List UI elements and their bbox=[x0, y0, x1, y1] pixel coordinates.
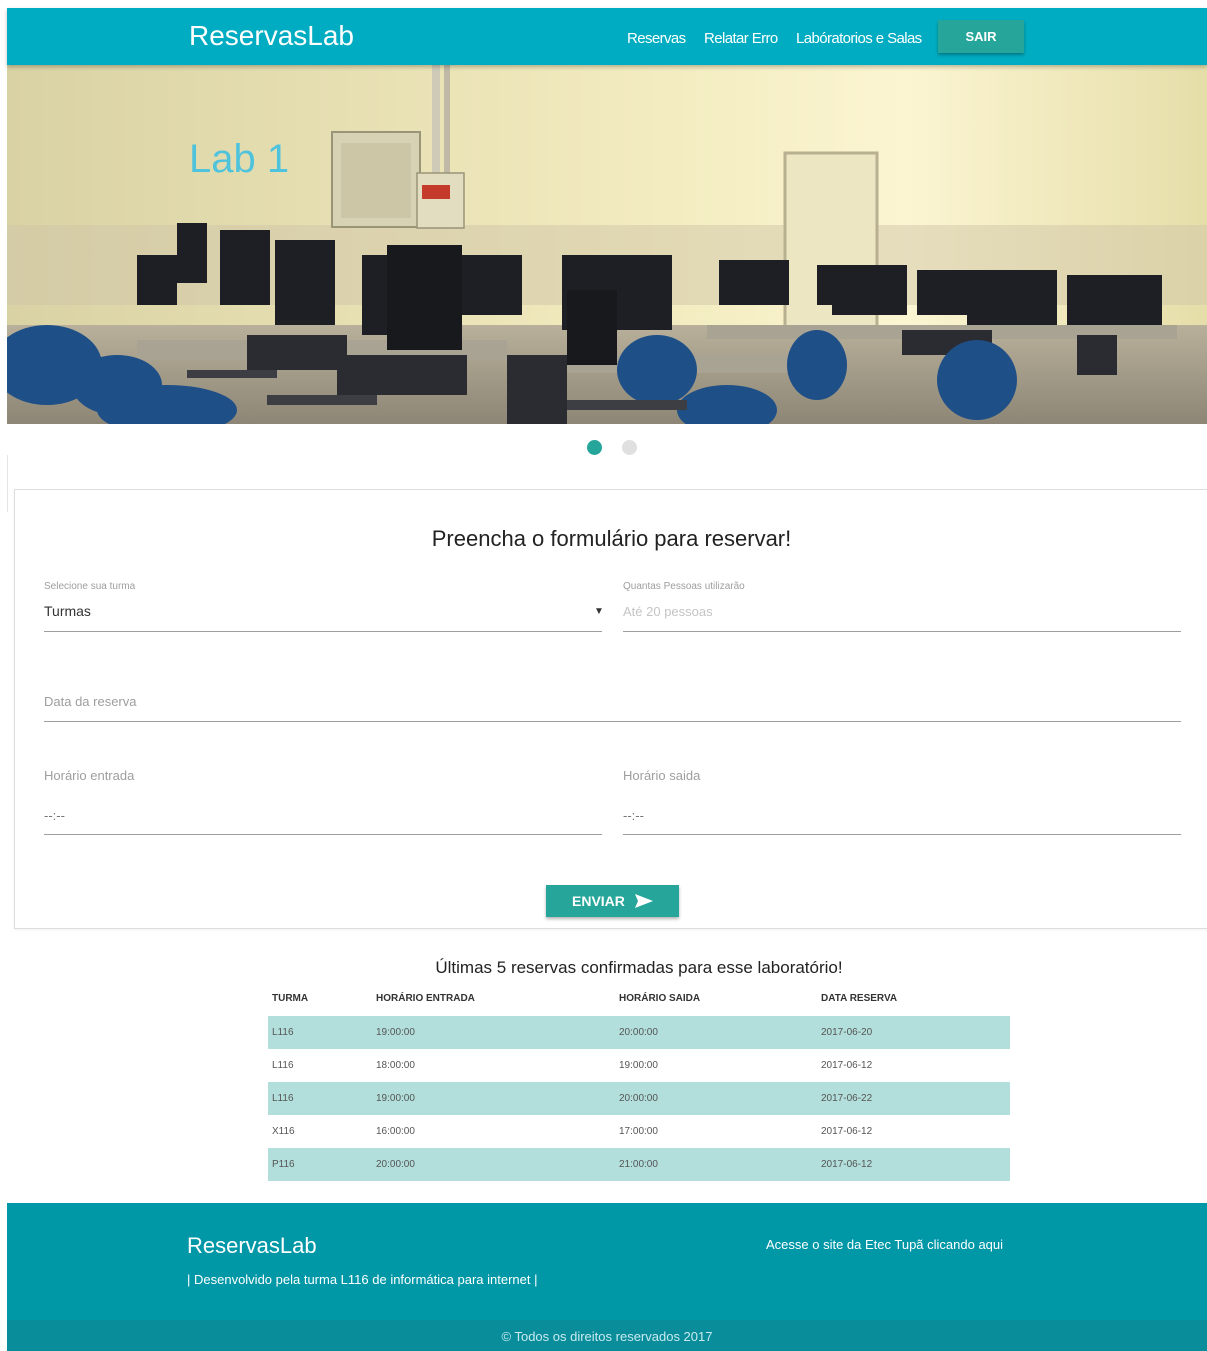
etec-site-link[interactable]: Acesse o site da Etec Tupã clicando aqui bbox=[766, 1237, 1003, 1252]
cell-data: 2017-06-12 bbox=[821, 1060, 873, 1071]
send-icon bbox=[635, 894, 653, 908]
cell-turma: P116 bbox=[272, 1159, 295, 1170]
submit-button[interactable]: ENVIAR bbox=[546, 885, 679, 917]
cell-data: 2017-06-12 bbox=[821, 1159, 873, 1170]
brand-logo[interactable]: ReservasLab bbox=[189, 20, 354, 52]
divider bbox=[7, 455, 8, 512]
data-reserva-underline bbox=[44, 721, 1181, 722]
nav-link-reservas[interactable]: Reservas bbox=[627, 30, 686, 47]
cell-saida: 17:00:00 bbox=[619, 1126, 658, 1137]
cell-saida: 21:00:00 bbox=[619, 1159, 658, 1170]
cell-entrada: 19:00:00 bbox=[376, 1093, 415, 1104]
lab-photo-slide: Lab 1 bbox=[7, 65, 1207, 424]
footer-brand: ReservasLab bbox=[187, 1233, 317, 1258]
slider-indicators bbox=[0, 440, 1207, 456]
footer: ReservasLab | Desenvolvido pela turma L1… bbox=[7, 1203, 1207, 1351]
table-title: Últimas 5 reservas confirmadas para esse… bbox=[435, 958, 843, 977]
cell-turma: L116 bbox=[272, 1093, 294, 1104]
copyright-text: © Todos os direitos reservados 2017 bbox=[501, 1329, 713, 1344]
pessoas-input[interactable]: Até 20 pessoas bbox=[623, 604, 713, 619]
table-row: X116 16:00:00 17:00:00 2017-06-12 bbox=[268, 1115, 1010, 1148]
turma-select-underline bbox=[44, 631, 602, 632]
logout-button[interactable]: SAIR bbox=[938, 20, 1024, 53]
turma-label: Selecione sua turma bbox=[44, 581, 136, 592]
slide-indicator-active[interactable] bbox=[587, 440, 602, 455]
pessoas-input-underline bbox=[623, 631, 1181, 632]
cell-entrada: 18:00:00 bbox=[376, 1060, 415, 1071]
submit-label: ENVIAR bbox=[572, 893, 625, 909]
nav-link-relatar-erro[interactable]: Relatar Erro bbox=[704, 30, 778, 47]
cell-saida: 20:00:00 bbox=[619, 1093, 658, 1104]
nav-link-laboratorios[interactable]: Labóratorios e Salas bbox=[796, 30, 922, 47]
cell-saida: 19:00:00 bbox=[619, 1060, 658, 1071]
reservation-form-card: Preencha o formulário para reservar! Sel… bbox=[14, 489, 1207, 929]
data-reserva-input[interactable]: Data da reserva bbox=[44, 694, 137, 709]
saida-label: Horário saida bbox=[623, 768, 701, 783]
saida-time-input[interactable]: --:-- bbox=[623, 808, 644, 823]
footer-credits: | Desenvolvido pela turma L116 de inform… bbox=[187, 1272, 538, 1287]
slide-title: Lab 1 bbox=[189, 137, 290, 181]
cell-data: 2017-06-22 bbox=[821, 1093, 873, 1104]
cell-saida: 20:00:00 bbox=[619, 1027, 658, 1038]
table-row: L116 19:00:00 20:00:00 2017-06-20 bbox=[268, 1016, 1010, 1049]
turma-select[interactable]: Turmas bbox=[44, 603, 91, 619]
cell-entrada: 19:00:00 bbox=[376, 1027, 415, 1038]
entrada-time-input[interactable]: --:-- bbox=[44, 808, 65, 823]
table-row: L116 19:00:00 20:00:00 2017-06-22 bbox=[268, 1082, 1010, 1115]
column-header-turma: TURMA bbox=[272, 993, 309, 1004]
column-header-saida: HORÁRIO SAIDA bbox=[619, 993, 701, 1004]
column-header-entrada: HORÁRIO ENTRADA bbox=[376, 993, 475, 1004]
cell-data: 2017-06-20 bbox=[821, 1027, 873, 1038]
footer-copyright-bar: © Todos os direitos reservados 2017 bbox=[7, 1320, 1207, 1351]
cell-turma: X116 bbox=[272, 1126, 295, 1137]
saida-underline bbox=[623, 834, 1181, 835]
table-row: L116 18:00:00 19:00:00 2017-06-12 bbox=[268, 1049, 1010, 1082]
dropdown-caret-icon[interactable]: ▼ bbox=[594, 606, 604, 617]
slide-indicator[interactable] bbox=[622, 440, 637, 455]
cell-data: 2017-06-12 bbox=[821, 1126, 873, 1137]
navbar: ReservasLab Reservas Relatar Erro Labóra… bbox=[7, 8, 1207, 65]
pessoas-label: Quantas Pessoas utilizarão bbox=[623, 581, 745, 592]
form-title: Preencha o formulário para reservar! bbox=[431, 526, 792, 551]
cell-entrada: 16:00:00 bbox=[376, 1126, 415, 1137]
column-header-data: DATA RESERVA bbox=[821, 993, 898, 1004]
cell-turma: L116 bbox=[272, 1027, 294, 1038]
cell-turma: L116 bbox=[272, 1060, 294, 1071]
cell-entrada: 20:00:00 bbox=[376, 1159, 415, 1170]
computer-lab-photo bbox=[7, 65, 1207, 424]
table-row: P116 20:00:00 21:00:00 2017-06-12 bbox=[268, 1148, 1010, 1181]
entrada-underline bbox=[44, 834, 602, 835]
entrada-label: Horário entrada bbox=[44, 768, 135, 783]
